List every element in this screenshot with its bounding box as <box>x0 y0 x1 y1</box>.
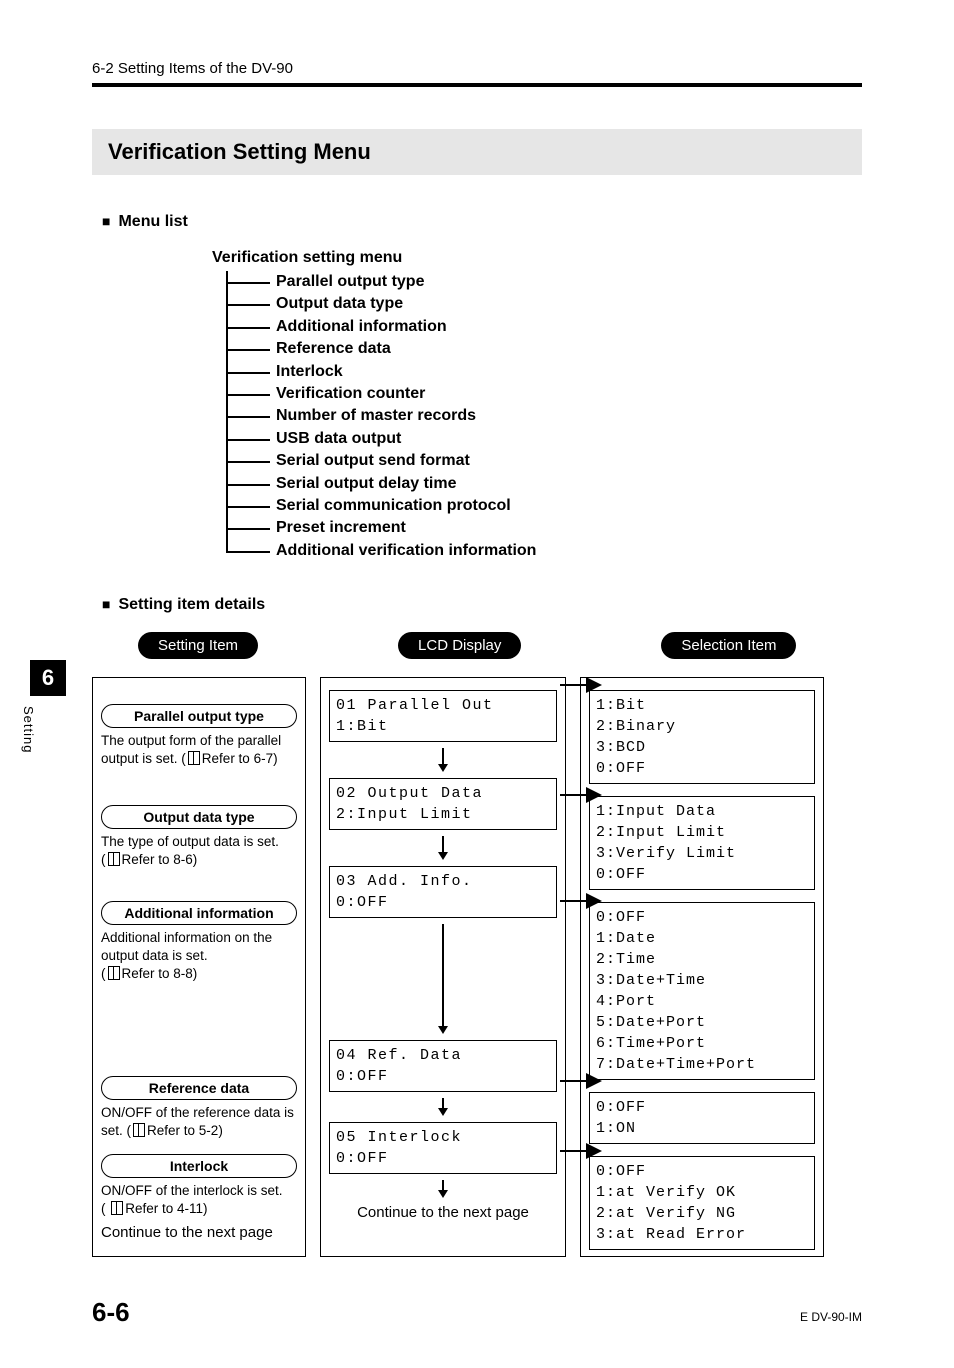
reference-icon <box>133 1123 145 1137</box>
page-footer: 6-6 E DV-90-IM <box>92 1297 862 1328</box>
square-bullet-icon: ■ <box>102 596 110 612</box>
tree-item: Output data type <box>246 293 862 315</box>
setting-item-block: Parallel output type The output form of … <box>101 704 297 768</box>
tree-item: Verification counter <box>246 383 862 405</box>
selection-box: 0:OFF 1:Date 2:Time 3:Date+Time 4:Port 5… <box>589 902 815 1080</box>
subhead-details: ■ Setting item details <box>102 596 862 614</box>
column-header-row: Setting Item LCD Display Selection Item <box>92 632 862 659</box>
subhead-details-text: Setting item details <box>118 596 265 613</box>
setting-item-desc: The output form of the parallel output i… <box>101 732 297 768</box>
selection-item-column: 1:Bit 2:Binary 3:BCD 0:OFF 1:Input Data … <box>580 677 824 1257</box>
setting-item-desc: ON/OFF of the reference data is set. (Re… <box>101 1104 297 1140</box>
subhead-menu-list-text: Menu list <box>118 213 187 230</box>
chapter-tab: 6 <box>30 660 66 696</box>
lcd-box: 04 Ref. Data 0:OFF <box>329 1040 557 1092</box>
tree-item: Parallel output type <box>246 271 862 293</box>
setting-item-title: Additional information <box>101 901 297 925</box>
tree-item: Interlock <box>246 361 862 383</box>
tree-item: Number of master records <box>246 405 862 427</box>
setting-item-title: Reference data <box>101 1076 297 1100</box>
pill-selection-item: Selection Item <box>661 632 796 659</box>
menu-tree-root: Verification setting menu <box>212 249 862 267</box>
page-number: 6-6 <box>92 1297 130 1328</box>
setting-item-title: Parallel output type <box>101 704 297 728</box>
setting-item-desc: The type of output data is set. (Refer t… <box>101 833 297 869</box>
arrow-down-icon <box>329 1098 557 1116</box>
lcd-box: 05 Interlock 0:OFF <box>329 1122 557 1174</box>
reference-icon <box>188 751 200 765</box>
pill-setting-item: Setting Item <box>138 632 258 659</box>
setting-item-block: Interlock ON/OFF of the interlock is set… <box>101 1154 297 1218</box>
chapter-side-label: Setting <box>21 706 36 753</box>
arrow-down-icon <box>329 924 557 1034</box>
continue-text: Continue to the next page <box>329 1204 557 1221</box>
reference-icon <box>111 1201 123 1215</box>
details-columns: Parallel output type The output form of … <box>92 677 862 1257</box>
breadcrumb: 6-2 Setting Items of the DV-90 <box>92 60 862 77</box>
lcd-box: 02 Output Data 2:Input Limit <box>329 778 557 830</box>
setting-item-block: Output data type The type of output data… <box>101 805 297 869</box>
tree-item: Serial output send format <box>246 450 862 472</box>
setting-item-block: Reference data ON/OFF of the reference d… <box>101 1076 297 1140</box>
tree-item: Serial communication protocol <box>246 495 862 517</box>
arrow-down-icon <box>329 748 557 772</box>
menu-tree: Verification setting menu Parallel outpu… <box>212 249 862 562</box>
continue-text: Continue to the next page <box>101 1224 297 1241</box>
lcd-display-column: 01 Parallel Out 1:Bit 02 Output Data 2:I… <box>320 677 566 1257</box>
selection-box: 1:Bit 2:Binary 3:BCD 0:OFF <box>589 690 815 784</box>
lcd-box: 01 Parallel Out 1:Bit <box>329 690 557 742</box>
setting-item-title: Interlock <box>101 1154 297 1178</box>
setting-item-column: Parallel output type The output form of … <box>92 677 306 1257</box>
tree-item: Additional information <box>246 316 862 338</box>
setting-item-desc: ON/OFF of the interlock is set. ( Refer … <box>101 1182 297 1218</box>
subhead-menu-list: ■ Menu list <box>102 213 862 231</box>
setting-item-title: Output data type <box>101 805 297 829</box>
lcd-box: 03 Add. Info. 0:OFF <box>329 866 557 918</box>
tree-item: USB data output <box>246 428 862 450</box>
selection-box: 1:Input Data 2:Input Limit 3:Verify Limi… <box>589 796 815 890</box>
reference-icon <box>108 852 120 866</box>
pill-lcd-display: LCD Display <box>398 632 521 659</box>
setting-item-block: Additional information Additional inform… <box>101 901 297 984</box>
tree-item: Preset increment <box>246 517 862 539</box>
section-title: Verification Setting Menu <box>92 129 862 175</box>
tree-item: Additional verification information <box>246 540 862 562</box>
arrow-down-icon <box>329 1180 557 1198</box>
tree-item: Reference data <box>246 338 862 360</box>
setting-item-desc: Additional information on the output dat… <box>101 929 297 984</box>
selection-box: 0:OFF 1:at Verify OK 2:at Verify NG 3:at… <box>589 1156 815 1250</box>
doc-code: E DV-90-IM <box>800 1310 862 1324</box>
tree-item: Serial output delay time <box>246 473 862 495</box>
reference-icon <box>108 966 120 980</box>
header-rule <box>92 83 862 87</box>
square-bullet-icon: ■ <box>102 213 110 229</box>
selection-box: 0:OFF 1:ON <box>589 1092 815 1144</box>
arrow-down-icon <box>329 836 557 860</box>
